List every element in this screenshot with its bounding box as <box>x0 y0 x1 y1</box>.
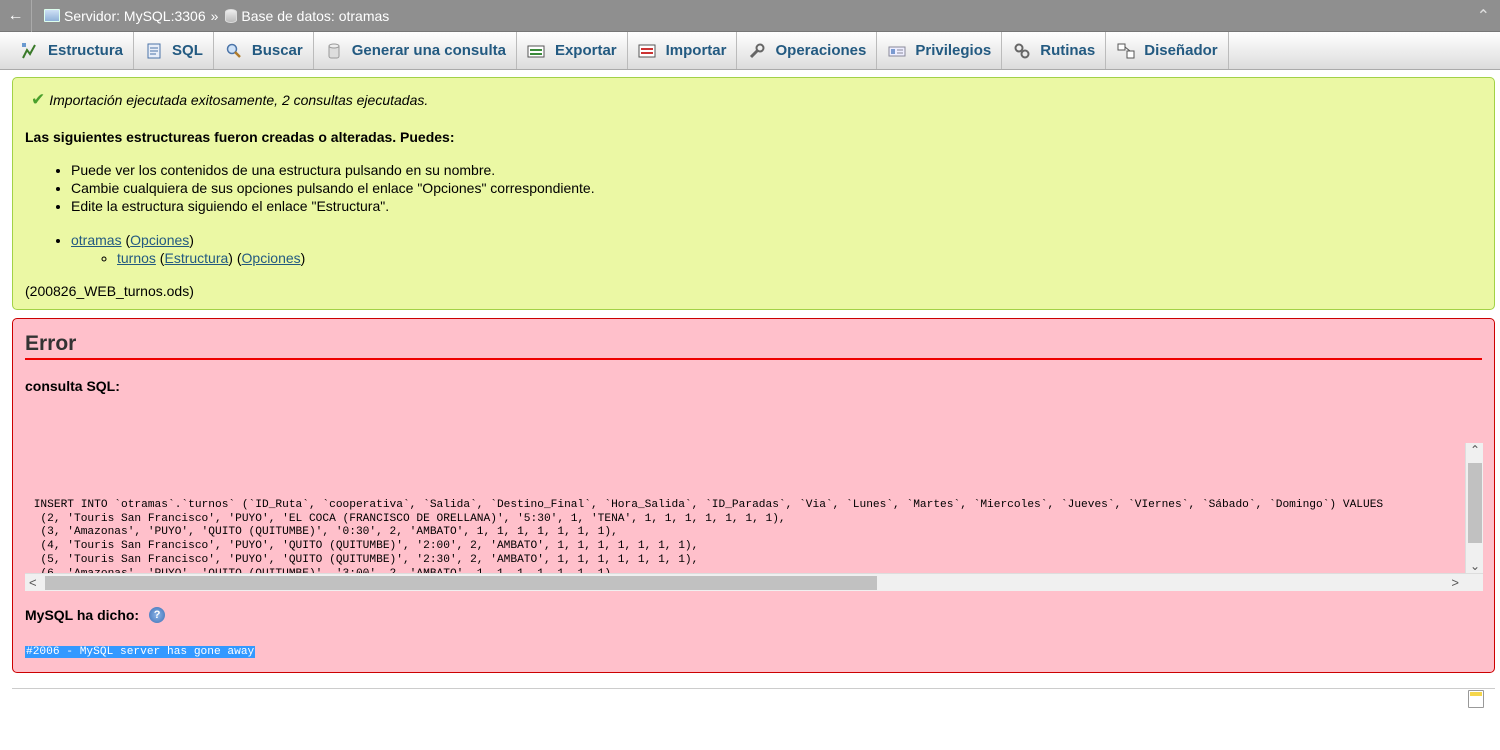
help-icon[interactable]: ? <box>149 607 166 623</box>
tree-table-item: turnos (Estructura) (Opciones) <box>117 249 1482 267</box>
scroll-right-icon[interactable]: > <box>1451 574 1459 592</box>
structure-tree: otramas (Opciones) turnos (Estructura) (… <box>25 231 1482 267</box>
breadcrumb-server-label[interactable]: Servidor: MySQL:3306 <box>64 8 206 24</box>
breadcrumb-database-label[interactable]: Base de datos: otramas <box>241 8 389 24</box>
designer-icon <box>1116 41 1136 61</box>
sql-line <box>27 443 1463 457</box>
import-file-name: (200826_WEB_turnos.ods) <box>25 283 194 299</box>
tab-label: SQL <box>172 42 203 59</box>
tab-label: Operaciones <box>775 42 867 59</box>
breadcrumb-separator: » <box>210 7 219 24</box>
scroll-left-icon[interactable]: < <box>29 574 37 592</box>
checkmark-icon: ✔ <box>31 90 46 109</box>
sql-icon <box>144 41 164 61</box>
sql-code: INSERT INTO `otramas`.`turnos` (`ID_Ruta… <box>25 443 1463 573</box>
mysql-error-message: #2006 - MySQL server has gone away <box>25 646 256 658</box>
tab-estructura[interactable]: Estructura <box>10 32 135 69</box>
mysql-said: MySQL ha dicho: ? <box>25 607 166 623</box>
collapse-icon[interactable]: ⌃ <box>1477 6 1490 26</box>
horizontal-scrollbar[interactable]: < > <box>25 573 1483 591</box>
tree-sublist: turnos (Estructura) (Opciones) <box>71 249 1482 267</box>
breadcrumb-bar: ← Servidor: MySQL:3306 » Base de datos: … <box>0 0 1500 32</box>
scroll-up-icon[interactable]: ⌃ <box>1466 443 1484 457</box>
success-message-box: ✔ Importación ejecutada exitosamente, 2 … <box>12 77 1495 310</box>
tab-exportar[interactable]: Exportar <box>517 32 628 69</box>
routines-icon <box>1012 41 1032 61</box>
tab-label: Privilegios <box>915 42 992 59</box>
sql-line: (2, 'Touris San Francisco', 'PUYO', 'EL … <box>27 512 786 525</box>
sql-line: (3, 'Amazonas', 'PUYO', 'QUITO (QUITUMBE… <box>27 526 618 539</box>
error-title: Error <box>25 332 1482 360</box>
mysql-said-label: MySQL ha dicho: <box>25 607 140 623</box>
tab-label: Exportar <box>554 42 617 59</box>
table-structure-link[interactable]: Estructura <box>164 250 228 266</box>
tab-rutinas[interactable]: Rutinas <box>1002 32 1107 69</box>
tab-importar[interactable]: Importar <box>628 32 738 69</box>
tab-generar-consulta[interactable]: Generar una consulta <box>314 32 517 69</box>
success-line: ✔ Importación ejecutada exitosamente, 2 … <box>31 90 1482 110</box>
tab-label: Estructura <box>48 42 124 59</box>
breadcrumb-database[interactable]: Base de datos: otramas <box>223 8 389 24</box>
vertical-scroll-thumb[interactable] <box>1468 463 1482 543</box>
tip-item: Cambie cualquiera de sus opciones pulsan… <box>71 179 1482 197</box>
database-menu: Estructura SQL Buscar Generar una consul… <box>0 32 1500 70</box>
tab-operaciones[interactable]: Operaciones <box>737 32 878 69</box>
error-box: Error consulta SQL: INSERT INTO `otramas… <box>12 318 1495 673</box>
tab-sql[interactable]: SQL <box>134 32 214 69</box>
structure-icon <box>20 41 40 61</box>
success-heading: Las siguientes estructureas fueron cread… <box>25 129 455 145</box>
tab-label: Importar <box>665 42 727 59</box>
scroll-down-icon[interactable]: ⌄ <box>1466 559 1484 573</box>
back-arrow-icon[interactable]: ← <box>0 0 32 32</box>
wrench-icon <box>747 41 767 61</box>
table-link[interactable]: turnos <box>117 250 156 266</box>
sql-code-panel[interactable]: INSERT INTO `otramas`.`turnos` (`ID_Ruta… <box>25 443 1483 591</box>
database-icon <box>225 8 238 23</box>
export-icon <box>527 41 547 61</box>
tab-label: Generar una consulta <box>351 42 506 59</box>
db-link[interactable]: otramas <box>71 232 122 248</box>
tips-list: Puede ver los contenidos de una estructu… <box>25 161 1482 215</box>
search-icon <box>224 41 244 61</box>
sql-query-label: consulta SQL: <box>25 378 120 394</box>
tip-item: Edite la estructura siguiendo el enlace … <box>71 197 1482 215</box>
import-icon <box>638 41 658 61</box>
tab-label: Rutinas <box>1040 42 1096 59</box>
query-icon <box>324 41 344 61</box>
tab-buscar[interactable]: Buscar <box>214 32 314 69</box>
breadcrumb-server[interactable]: Servidor: MySQL:3306 <box>44 8 206 24</box>
success-text: Importación ejecutada exitosamente, 2 co… <box>49 92 429 108</box>
sql-line: (5, 'Touris San Francisco', 'PUYO', 'QUI… <box>27 554 699 567</box>
sql-line <box>27 471 1463 485</box>
divider <box>12 688 1495 689</box>
tip-item: Puede ver los contenidos de una estructu… <box>71 161 1482 179</box>
tab-disenador[interactable]: Diseñador <box>1106 32 1229 69</box>
sql-line: (4, 'Touris San Francisco', 'PUYO', 'QUI… <box>27 540 699 553</box>
sql-line <box>27 485 1463 499</box>
table-options-link[interactable]: Opciones <box>242 250 301 266</box>
horizontal-scroll-thumb[interactable] <box>45 576 877 590</box>
tab-privilegios[interactable]: Privilegios <box>877 32 1003 69</box>
console-note-icon[interactable] <box>1468 690 1484 708</box>
privileges-icon <box>887 41 907 61</box>
sql-line: INSERT INTO `otramas`.`turnos` (`ID_Ruta… <box>27 498 1384 511</box>
tab-label: Diseñador <box>1144 42 1218 59</box>
vertical-scrollbar[interactable]: ⌃ ⌄ <box>1465 443 1483 573</box>
server-icon <box>44 9 60 22</box>
db-options-link[interactable]: Opciones <box>130 232 189 248</box>
tab-label: Buscar <box>251 42 303 59</box>
tree-db-item: otramas (Opciones) turnos (Estructura) (… <box>71 231 1482 267</box>
sql-line <box>27 457 1463 471</box>
